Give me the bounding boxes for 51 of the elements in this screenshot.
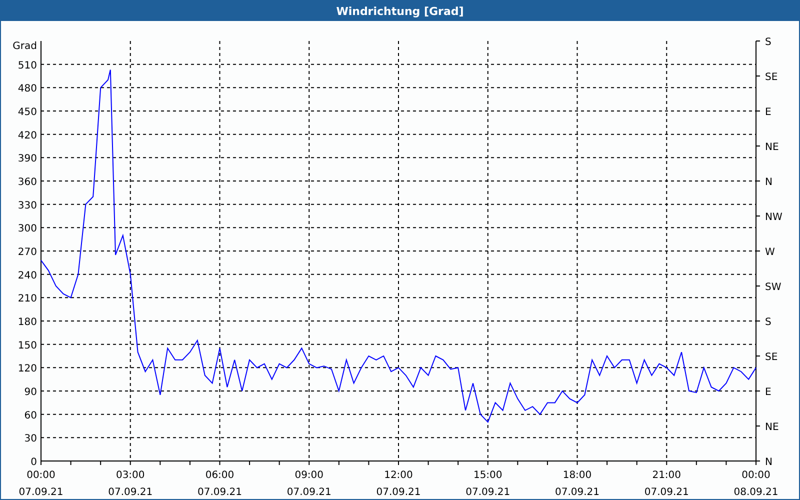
x-tick-label: 06:00: [205, 470, 234, 481]
compass-label: NE: [765, 422, 779, 433]
x-tick-date: 07.09.21: [554, 487, 600, 498]
x-tick-date: 07.09.21: [286, 487, 332, 498]
y-tick-label: 240: [18, 270, 37, 282]
compass-label: E: [765, 387, 772, 398]
compass-label: NW: [765, 212, 782, 223]
x-tick-label: 00:00: [742, 470, 770, 481]
x-tick-label: 15:00: [473, 470, 502, 481]
y-tick-label: 390: [18, 154, 37, 165]
y-tick-label: 90: [24, 387, 37, 398]
x-tick-label: 12:00: [384, 470, 413, 481]
y-tick-label: 270: [18, 247, 37, 258]
y-tick-label: 30: [24, 434, 37, 445]
x-tick-date: 07.09.21: [108, 487, 153, 498]
x-tick-date: 07.09.21: [644, 487, 689, 498]
x-tick-date: 08.09.21: [734, 487, 778, 498]
x-tick-label: 18:00: [562, 470, 592, 481]
x-tick-label: 03:00: [116, 470, 145, 481]
y-axis-title: Grad: [12, 41, 37, 52]
x-tick-date: 07.09.21: [466, 487, 510, 498]
compass-label: N: [765, 177, 772, 188]
y-tick-label: 450: [18, 107, 37, 118]
x-tick-label: 09:00: [294, 470, 324, 481]
y-tick-label: 330: [18, 200, 37, 212]
x-tick-date: 07.09.21: [197, 487, 242, 498]
y-tick-label: 300: [18, 224, 37, 235]
y-tick-label: 510: [18, 60, 37, 72]
compass-label: E: [765, 107, 772, 118]
y-tick-label: 210: [18, 294, 37, 305]
y-tick-label: 360: [18, 177, 37, 188]
y-tick-label: 60: [24, 410, 37, 422]
compass-label: N: [765, 457, 772, 468]
compass-label: SE: [765, 72, 778, 83]
y-tick-label: 0: [30, 457, 37, 468]
x-tick-date: 07.09.21: [18, 487, 64, 498]
y-tick-label: 420: [18, 130, 37, 142]
y-tick-label: 180: [18, 317, 37, 328]
window-title: Windrichtung [Grad]: [336, 4, 464, 18]
compass-label: SE: [765, 352, 778, 363]
x-tick-label: 21:00: [652, 470, 682, 481]
compass-label: S: [765, 317, 772, 328]
compass-label: W: [765, 247, 775, 258]
y-tick-label: 150: [18, 340, 37, 352]
y-tick-label: 480: [18, 84, 37, 95]
compass-label: SW: [765, 282, 782, 293]
x-tick-label: 00:00: [26, 470, 56, 481]
y-tick-label: 120: [18, 364, 37, 375]
compass-label: NE: [765, 142, 779, 153]
compass-label: S: [765, 37, 772, 48]
x-tick-date: 07.09.21: [376, 487, 421, 498]
